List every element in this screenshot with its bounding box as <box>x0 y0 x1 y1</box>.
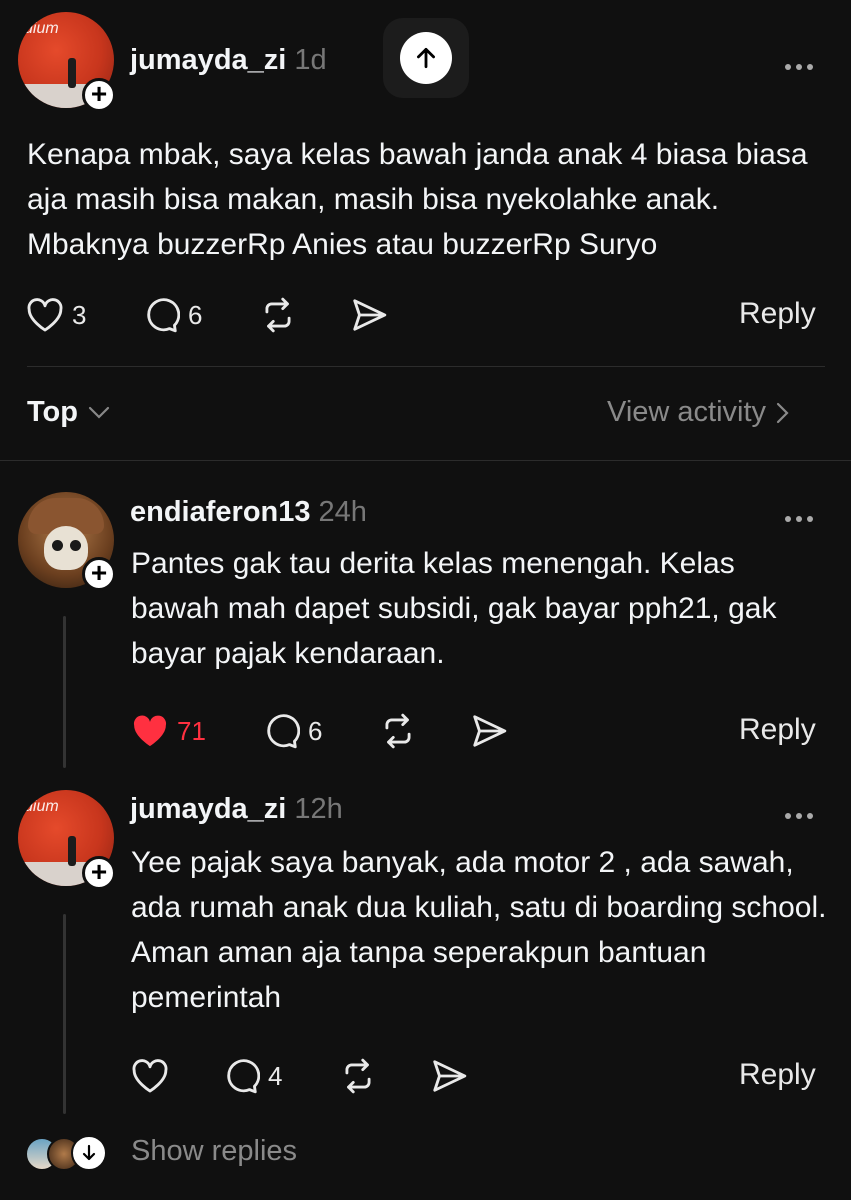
avatar-text: dium <box>24 20 59 37</box>
follow-plus-button[interactable]: + <box>82 856 116 890</box>
follow-plus-button[interactable]: + <box>82 78 116 112</box>
repost-button[interactable] <box>258 296 298 334</box>
comment-button[interactable]: 4 <box>222 1057 282 1095</box>
heart-icon <box>27 298 63 332</box>
avatar-text: dium <box>24 798 59 815</box>
more-options-icon[interactable] <box>785 57 819 70</box>
divider <box>27 366 825 367</box>
more-options-icon[interactable] <box>785 806 819 819</box>
username-text[interactable]: endiaferon13 <box>130 496 311 528</box>
reply-username[interactable]: jumayda_zi 12h <box>130 793 343 826</box>
arrow-up-icon <box>417 47 435 69</box>
view-activity-label: View activity <box>607 396 767 428</box>
show-replies-row[interactable]: Show replies <box>25 1135 345 1175</box>
repost-button[interactable] <box>338 1057 378 1095</box>
show-replies-label[interactable]: Show replies <box>131 1135 297 1168</box>
sort-label: Top <box>27 396 78 428</box>
chevron-right-icon <box>776 402 789 423</box>
like-count: 71 <box>177 715 206 746</box>
send-icon <box>433 1060 467 1092</box>
reply-button[interactable]: Reply <box>739 713 816 747</box>
scroll-to-top-button[interactable] <box>383 18 469 98</box>
repost-icon <box>385 713 411 749</box>
comment-icon <box>267 714 300 749</box>
repost-icon <box>265 297 291 333</box>
comment-icon <box>227 1059 260 1094</box>
post-text: Kenapa mbak, saya kelas bawah janda anak… <box>27 138 808 261</box>
heart-filled-icon <box>133 715 167 747</box>
post-time: 1d <box>294 44 327 76</box>
more-options-icon[interactable] <box>785 509 819 522</box>
chevron-down-icon <box>88 406 110 419</box>
comment-button[interactable]: 6 <box>142 296 202 334</box>
comment-count: 6 <box>188 299 203 330</box>
thread-line <box>63 914 66 1114</box>
send-icon <box>353 299 387 331</box>
arrow-down-icon <box>71 1135 107 1171</box>
like-button[interactable]: 71 <box>131 713 206 749</box>
thread-line <box>63 616 66 768</box>
follow-plus-button[interactable]: + <box>82 557 116 591</box>
divider <box>0 460 851 461</box>
share-button[interactable] <box>469 712 509 750</box>
reply-text: Pantes gak tau derita kelas menengah. Ke… <box>131 547 777 670</box>
reply-time: 24h <box>318 496 367 528</box>
repost-icon <box>345 1058 371 1094</box>
reply-username[interactable]: endiaferon13 24h <box>130 496 367 529</box>
share-button[interactable] <box>349 296 389 334</box>
send-icon <box>473 715 507 747</box>
reply-time: 12h <box>294 793 343 825</box>
like-button[interactable] <box>131 1058 177 1094</box>
like-button[interactable]: 3 <box>26 297 86 333</box>
username-text[interactable]: jumayda_zi <box>130 44 286 76</box>
repost-button[interactable] <box>378 712 418 750</box>
reply-text: Yee pajak saya banyak, ada motor 2 , ada… <box>131 846 827 1014</box>
comment-button[interactable]: 6 <box>262 712 322 750</box>
heart-icon <box>132 1059 168 1093</box>
reply-button[interactable]: Reply <box>739 1058 816 1092</box>
comment-count: 4 <box>268 1060 283 1091</box>
share-button[interactable] <box>429 1057 469 1095</box>
reply-button[interactable]: Reply <box>739 297 816 331</box>
sort-dropdown[interactable]: Top <box>27 396 110 429</box>
comment-count: 6 <box>308 715 323 746</box>
view-activity-link[interactable]: View activity <box>607 396 790 429</box>
comment-icon <box>147 298 180 333</box>
username-text[interactable]: jumayda_zi <box>130 793 286 825</box>
like-count: 3 <box>72 299 87 330</box>
post-username[interactable]: jumayda_zi 1d <box>130 44 327 77</box>
